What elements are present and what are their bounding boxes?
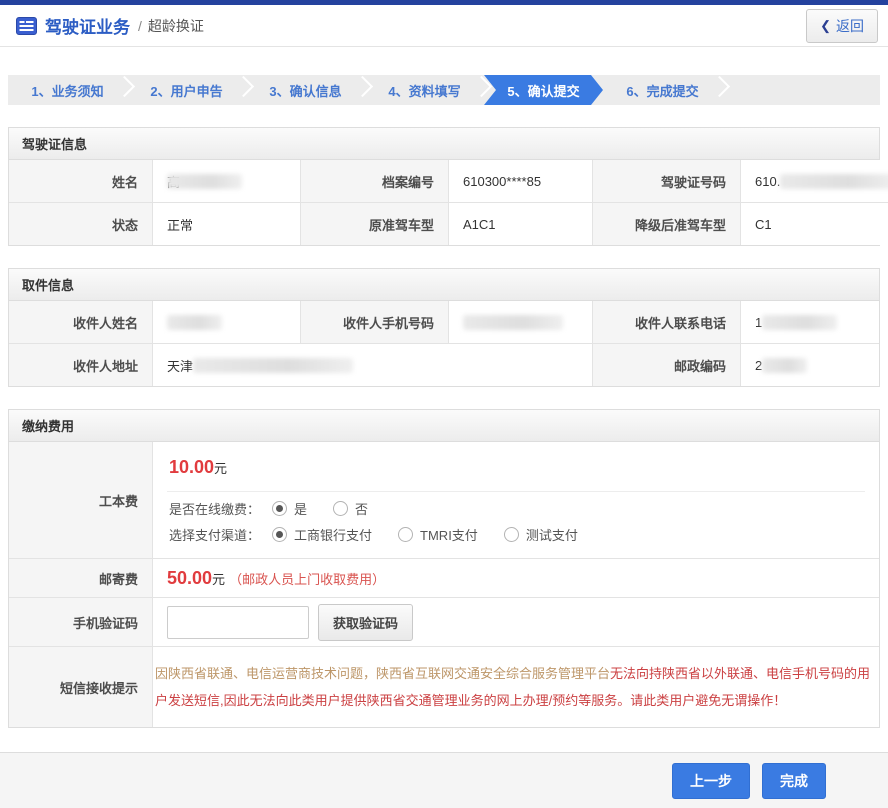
back-chevron-icon: ❮ (820, 18, 831, 34)
online-payment-no-option[interactable]: 否 (333, 499, 368, 518)
status-label: 状态 (9, 203, 153, 245)
postcode-value: 2 (741, 344, 879, 386)
step-5-confirm-submit-active[interactable]: 5、确认提交 (484, 75, 603, 105)
back-button[interactable]: ❮ 返回 (806, 9, 878, 43)
recipient-name-value (153, 301, 301, 343)
license-info-title: 驾驶证信息 (9, 128, 879, 160)
pickup-info-section: 取件信息 收件人姓名 收件人手机号码 收件人联系电话 1 收件人地址 天津 邮政… (8, 268, 880, 387)
redacted-recipient-address (193, 358, 353, 373)
finish-button[interactable]: 完成 (762, 763, 826, 799)
step-wizard: 1、业务须知 2、用户申告 3、确认信息 4、资料填写 5、确认提交 6、完成提… (8, 75, 880, 105)
license-info-section: 驾驶证信息 姓名 高 档案编号 610300****85 驾驶证号码 610. … (8, 127, 880, 246)
redacted-license-no (780, 174, 888, 189)
card-fee-amount-row: 10.00元 (167, 442, 865, 492)
recipient-phone-label: 收件人联系电话 (593, 301, 741, 343)
page-header: 驾驶证业务 / 超龄换证 ❮ 返回 (0, 5, 888, 47)
redacted-recipient-mobile (463, 315, 563, 330)
redacted-recipient-name (167, 315, 222, 330)
step-1-business-notice[interactable]: 1、业务须知 (8, 75, 127, 105)
license-no-label: 驾驶证号码 (593, 160, 741, 202)
back-button-label: 返回 (836, 16, 864, 36)
pickup-info-table: 收件人姓名 收件人手机号码 收件人联系电话 1 收件人地址 天津 邮政编码 2 (9, 301, 879, 386)
step-4-fill-materials[interactable]: 4、资料填写 (365, 75, 484, 105)
page: 驾驶证业务 / 超龄换证 ❮ 返回 1、业务须知 2、用户申告 3、确认信息 4… (0, 0, 888, 756)
card-fee-cell: 10.00元 是否在线缴费： 是 否 选择支付渠道： (153, 442, 879, 558)
recipient-phone-value: 1 (741, 301, 879, 343)
card-fee-unit: 元 (214, 461, 227, 476)
recipient-address-value: 天津 (153, 344, 593, 386)
downgraded-class-value: C1 (741, 203, 888, 245)
fees-title: 缴纳费用 (9, 410, 879, 442)
sms-notice-label: 短信接收提示 (9, 647, 153, 727)
redacted-recipient-phone (762, 315, 837, 330)
radio-unchecked-icon[interactable] (398, 527, 413, 542)
archive-no-value: 610300****85 (449, 160, 593, 202)
postage-fee-cell: 50.00元 （邮政人员上门收取费用） (153, 559, 879, 597)
radio-checked-icon[interactable] (272, 501, 287, 516)
step-3-confirm-info[interactable]: 3、确认信息 (246, 75, 365, 105)
footer-action-bar: 上一步 完成 (0, 752, 888, 808)
postage-fee-label: 邮寄费 (9, 559, 153, 597)
radio-checked-icon[interactable] (272, 527, 287, 542)
card-fee-label: 工本费 (9, 442, 153, 558)
postcode-label: 邮政编码 (593, 344, 741, 386)
postage-fee-note: （邮政人员上门收取费用） (229, 569, 385, 588)
channel-icbc-option[interactable]: 工商银行支付 (272, 525, 372, 544)
postage-fee-amount: 50.00 (167, 568, 212, 589)
archive-no-label: 档案编号 (301, 160, 449, 202)
online-payment-yes-option[interactable]: 是 (272, 499, 307, 518)
payment-channel-row: 选择支付渠道： 工商银行支付 TMRI支付 测试支付 (167, 518, 865, 544)
card-fee-amount: 10.00 (169, 457, 214, 477)
postage-fee-unit: 元 (212, 569, 225, 588)
breadcrumb-current: 超龄换证 (148, 16, 204, 36)
channel-tmri-option[interactable]: TMRI支付 (398, 525, 478, 544)
breadcrumb-separator: / (138, 18, 142, 34)
payment-channel-question: 选择支付渠道： (169, 525, 260, 544)
radio-unchecked-icon[interactable] (504, 527, 519, 542)
sms-code-label: 手机验证码 (9, 598, 153, 646)
downgraded-class-label: 降级后准驾车型 (593, 203, 741, 245)
step-2-user-declaration[interactable]: 2、用户申告 (127, 75, 246, 105)
online-payment-question-row: 是否在线缴费： 是 否 (167, 492, 865, 518)
name-value: 高 (153, 160, 301, 202)
step-separator-icon (709, 76, 730, 97)
sms-code-cell: 获取验证码 (153, 598, 879, 646)
recipient-mobile-label: 收件人手机号码 (301, 301, 449, 343)
recipient-name-label: 收件人姓名 (9, 301, 153, 343)
previous-step-button[interactable]: 上一步 (672, 763, 750, 799)
sms-code-input[interactable] (167, 606, 309, 639)
radio-unchecked-icon[interactable] (333, 501, 348, 516)
get-sms-code-button[interactable]: 获取验证码 (318, 604, 413, 641)
fees-section: 缴纳费用 工本费 10.00元 是否在线缴费： 是 否 (8, 409, 880, 728)
channel-test-option[interactable]: 测试支付 (504, 525, 578, 544)
sms-notice-text-warning: 因陕西省联通、电信运营商技术问题，陕西省互联网交通安全综合服务管理平台 (155, 666, 610, 681)
redacted-name (167, 174, 242, 189)
original-class-label: 原准驾车型 (301, 203, 449, 245)
license-info-table: 姓名 高 档案编号 610300****85 驾驶证号码 610. 状态 正常 … (9, 160, 879, 245)
fees-table: 工本费 10.00元 是否在线缴费： 是 否 选 (9, 442, 879, 727)
recipient-mobile-value (449, 301, 593, 343)
page-title: 驾驶证业务 (45, 13, 130, 38)
redacted-postcode (762, 358, 807, 373)
license-business-icon (16, 17, 37, 35)
step-6-complete-submit[interactable]: 6、完成提交 (603, 75, 722, 105)
pickup-info-title: 取件信息 (9, 269, 879, 301)
online-payment-question: 是否在线缴费： (169, 499, 260, 518)
status-value: 正常 (153, 203, 301, 245)
original-class-value: A1C1 (449, 203, 593, 245)
name-label: 姓名 (9, 160, 153, 202)
sms-notice-cell: 因陕西省联通、电信运营商技术问题，陕西省互联网交通安全综合服务管理平台无法向持陕… (153, 647, 879, 727)
recipient-address-label: 收件人地址 (9, 344, 153, 386)
license-no-value: 610. (741, 160, 888, 202)
